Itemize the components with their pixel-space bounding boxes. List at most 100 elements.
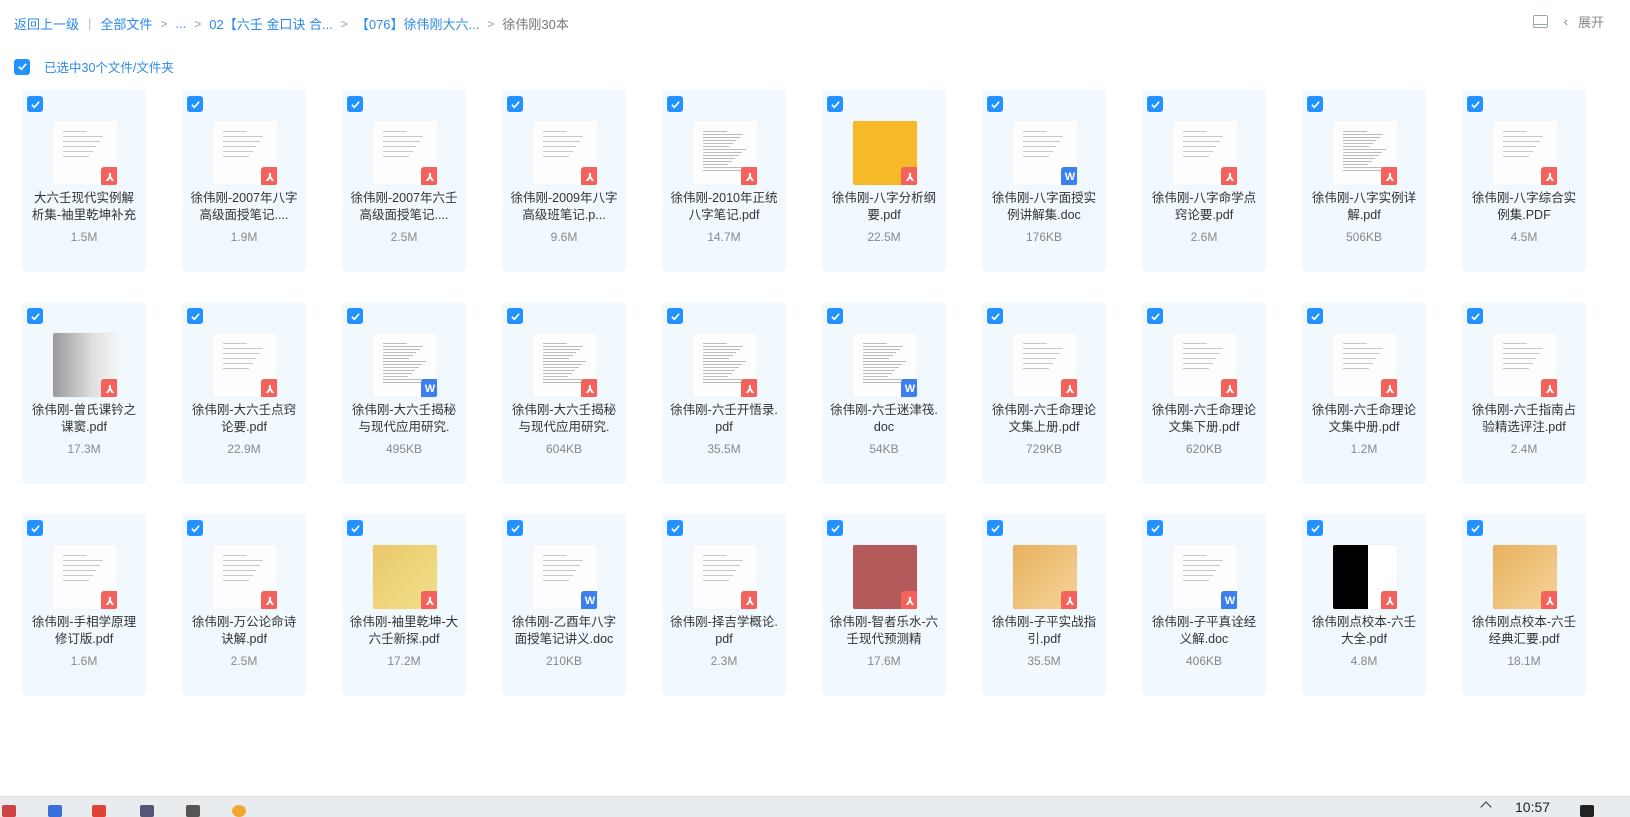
back-link[interactable]: 返回上一级: [14, 14, 79, 33]
word-doc-icon: W: [1221, 591, 1237, 609]
file-card[interactable]: ⅄ 徐伟刚-六壬命理论文集下册.pdf 620KB: [1142, 302, 1266, 484]
file-checkbox[interactable]: [27, 520, 43, 536]
file-checkbox[interactable]: [27, 308, 43, 324]
file-checkbox[interactable]: [507, 308, 523, 324]
file-card[interactable]: W 徐伟刚-乙酉年八字面授笔记讲义.doc 210KB: [502, 514, 626, 696]
file-checkbox[interactable]: [507, 520, 523, 536]
file-card[interactable]: ⅄ 徐伟刚-大六壬点窍论要.pdf 22.9M: [182, 302, 306, 484]
file-checkbox[interactable]: [507, 96, 523, 112]
file-checkbox[interactable]: [1147, 308, 1163, 324]
clock[interactable]: 10:57: [1515, 799, 1550, 815]
file-checkbox[interactable]: [827, 96, 843, 112]
breadcrumb-all-files[interactable]: 全部文件: [100, 14, 152, 33]
file-checkbox[interactable]: [347, 96, 363, 112]
file-checkbox[interactable]: [987, 520, 1003, 536]
file-checkbox[interactable]: [1307, 308, 1323, 324]
chevron-up-icon[interactable]: [1480, 801, 1492, 813]
select-all-checkbox[interactable]: [14, 58, 30, 75]
weather-icon[interactable]: [232, 805, 246, 817]
pdf-icon: ⅄: [741, 379, 757, 397]
file-checkbox[interactable]: [27, 96, 43, 112]
file-checkbox[interactable]: [667, 308, 683, 324]
breadcrumb-ellipsis[interactable]: ...: [175, 16, 186, 31]
pdf-icon: ⅄: [421, 591, 437, 609]
file-checkbox[interactable]: [347, 308, 363, 324]
file-checkbox[interactable]: [187, 520, 203, 536]
file-checkbox[interactable]: [667, 96, 683, 112]
file-name: 徐伟刚-子平实战指引.pdf: [991, 615, 1097, 646]
file-checkbox[interactable]: [987, 96, 1003, 112]
file-thumbnail: ⅄: [213, 545, 277, 609]
breadcrumb-level1[interactable]: 02【六壬 金口诀 合...: [209, 14, 333, 33]
file-size: 17.3M: [67, 442, 101, 456]
file-card[interactable]: ⅄ 徐伟刚-八字命学点窍论要.pdf 2.6M: [1142, 90, 1266, 272]
file-size: 729KB: [1025, 442, 1063, 456]
file-card[interactable]: ⅄ 徐伟刚-择吉学概论.pdf 2.3M: [662, 514, 786, 696]
file-checkbox[interactable]: [827, 520, 843, 536]
file-card[interactable]: W 徐伟刚-子平真诠经义解.doc 406KB: [1142, 514, 1266, 696]
file-card[interactable]: ⅄ 大六壬现代实例解析集-袖里乾坤补充 1.5M: [22, 90, 146, 272]
app-icon[interactable]: [140, 805, 154, 817]
file-card[interactable]: ⅄ 徐伟刚-子平实战指引.pdf 35.5M: [982, 514, 1106, 696]
toolbar-right: ‹ 展开: [1532, 12, 1604, 31]
file-card[interactable]: ⅄ 徐伟刚-六壬命理论文集中册.pdf 1.2M: [1302, 302, 1426, 484]
file-card[interactable]: ⅄ 徐伟刚-智者乐水-六壬现代预测精 17.6M: [822, 514, 946, 696]
file-card[interactable]: W 徐伟刚-六壬迷津筏.doc 54KB: [822, 302, 946, 484]
file-size: 604KB: [545, 442, 583, 456]
file-card[interactable]: W 徐伟刚-八字面授实例讲解集.doc 176KB: [982, 90, 1106, 272]
file-checkbox[interactable]: [667, 520, 683, 536]
check-icon: [1470, 100, 1480, 108]
breadcrumb-separator-icon: >: [340, 16, 348, 31]
file-checkbox[interactable]: [1147, 520, 1163, 536]
file-card[interactable]: ⅄ 徐伟刚-大六壬揭秘与现代应用研究. 604KB: [502, 302, 626, 484]
file-card[interactable]: ⅄ 徐伟刚-万公论命诗诀解.pdf 2.5M: [182, 514, 306, 696]
check-icon: [670, 524, 680, 532]
file-size: 4.8M: [1350, 654, 1378, 668]
breadcrumb-divider: |: [88, 16, 92, 31]
file-card[interactable]: ⅄ 徐伟刚-手相学原理修订版.pdf 1.6M: [22, 514, 146, 696]
calculator-icon[interactable]: [186, 805, 200, 817]
file-checkbox[interactable]: [827, 308, 843, 324]
breadcrumb-level2[interactable]: 【076】徐伟刚大六...: [356, 14, 480, 33]
store-icon[interactable]: [48, 805, 62, 817]
file-card[interactable]: ⅄ 徐伟刚-八字分析纲要.pdf 22.5M: [822, 90, 946, 272]
file-card[interactable]: ⅄ 徐伟刚-六壬命理论文集上册.pdf 729KB: [982, 302, 1106, 484]
layout-toggle-icon[interactable]: [1532, 15, 1548, 28]
file-card[interactable]: ⅄ 徐伟刚-袖里乾坤-大六壬新探.pdf 17.2M: [342, 514, 466, 696]
file-card[interactable]: ⅄ 徐伟刚-曾氏课钤之课窦.pdf 17.3M: [22, 302, 146, 484]
file-card[interactable]: ⅄ 徐伟刚-2010年正统八字笔记.pdf 14.7M: [662, 90, 786, 272]
notification-icon[interactable]: [1580, 805, 1594, 817]
file-checkbox[interactable]: [1307, 520, 1323, 536]
pdf-icon: ⅄: [1221, 379, 1237, 397]
file-card[interactable]: ⅄ 徐伟刚-2007年八字高级面授笔记.... 1.9M: [182, 90, 306, 272]
file-checkbox[interactable]: [187, 96, 203, 112]
file-name: 徐伟刚-乙酉年八字面授笔记讲义.doc: [511, 615, 617, 646]
file-checkbox[interactable]: [1307, 96, 1323, 112]
breadcrumb-separator-icon: >: [194, 16, 202, 31]
file-thumbnail: ⅄: [1333, 545, 1397, 609]
file-checkbox[interactable]: [1467, 308, 1483, 324]
file-thumbnail: ⅄: [53, 121, 117, 185]
file-card[interactable]: ⅄ 徐伟刚-2007年六壬高级面授笔记.... 2.5M: [342, 90, 466, 272]
file-checkbox[interactable]: [987, 308, 1003, 324]
file-card[interactable]: ⅄ 徐伟刚-八字实例详解.pdf 506KB: [1302, 90, 1426, 272]
file-size: 1.5M: [70, 230, 98, 244]
file-checkbox[interactable]: [187, 308, 203, 324]
file-checkbox[interactable]: [347, 520, 363, 536]
file-checkbox[interactable]: [1147, 96, 1163, 112]
file-size: 35.5M: [707, 442, 741, 456]
file-card[interactable]: ⅄ 徐伟刚-2009年八字高级班笔记.p... 9.6M: [502, 90, 626, 272]
expand-button[interactable]: ‹ 展开: [1564, 12, 1604, 31]
file-card[interactable]: ⅄ 徐伟刚-六壬开悟录.pdf 35.5M: [662, 302, 786, 484]
file-thumbnail: ⅄: [1493, 545, 1557, 609]
notepad-icon[interactable]: [2, 805, 16, 817]
pdf-icon: ⅄: [101, 591, 117, 609]
file-card[interactable]: ⅄ 徐伟刚-八字综合实例集.PDF 4.5M: [1462, 90, 1586, 272]
wps-icon[interactable]: [92, 805, 106, 817]
file-card[interactable]: W 徐伟刚-大六壬揭秘与现代应用研究. 495KB: [342, 302, 466, 484]
file-checkbox[interactable]: [1467, 520, 1483, 536]
file-card[interactable]: ⅄ 徐伟刚-六壬指南占验精选评注.pdf 2.4M: [1462, 302, 1586, 484]
file-card[interactable]: ⅄ 徐伟刚点校本-六壬大全.pdf 4.8M: [1302, 514, 1426, 696]
file-card[interactable]: ⅄ 徐伟刚点校本-六壬经典汇要.pdf 18.1M: [1462, 514, 1586, 696]
file-checkbox[interactable]: [1467, 96, 1483, 112]
